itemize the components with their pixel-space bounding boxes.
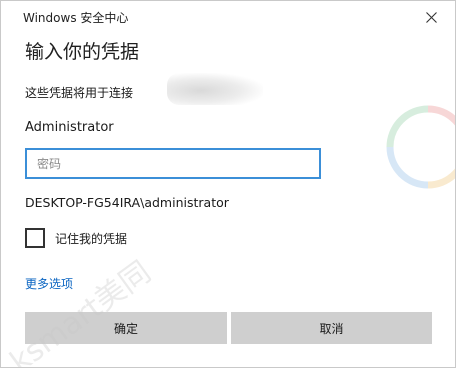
cancel-button[interactable]: 取消: [231, 312, 432, 344]
watermark-text: ksmart美同: [3, 254, 158, 368]
remember-checkbox[interactable]: [25, 228, 45, 248]
blurred-hostname: [167, 73, 263, 105]
window-title: Windows 安全中心: [23, 11, 129, 25]
watermark-logo-icon: [386, 105, 455, 189]
cancel-button-label: 取消: [319, 321, 344, 336]
dialog-heading: 输入你的凭据: [25, 41, 140, 63]
remember-label: 记住我的凭据: [55, 231, 128, 246]
title-bar: Windows 安全中心: [1, 1, 455, 33]
connect-description: 这些凭据将用于连接: [25, 86, 134, 100]
username-label: Administrator: [25, 120, 114, 135]
password-input[interactable]: [25, 148, 321, 179]
account-name: DESKTOP-FG54IRA\administrator: [25, 195, 229, 210]
credentials-dialog: Windows 安全中心 输入你的凭据 这些凭据将用于连接 Administra…: [0, 0, 456, 368]
ok-button-label: 确定: [113, 321, 138, 336]
close-icon: [425, 11, 437, 23]
close-button[interactable]: [415, 5, 447, 29]
remember-credentials-row[interactable]: 记住我的凭据: [25, 227, 127, 249]
more-options-link[interactable]: 更多选项: [25, 275, 73, 292]
ok-button[interactable]: 确定: [25, 312, 227, 344]
